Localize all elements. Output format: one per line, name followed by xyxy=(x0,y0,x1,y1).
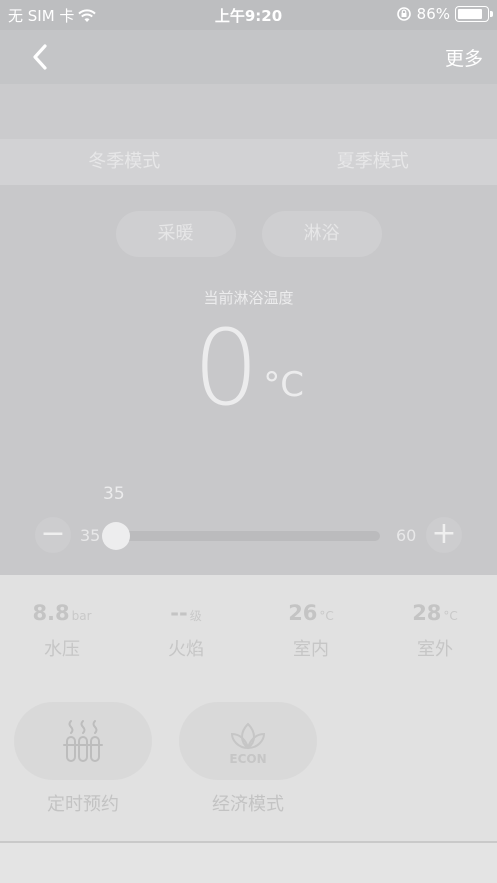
header-band xyxy=(0,84,497,139)
control-panel: 采暖 淋浴 当前淋浴温度 0 °C 35 − 35 60 + xyxy=(0,185,497,575)
temperature-unit: °C xyxy=(263,365,304,405)
stat-unit: 级 xyxy=(189,609,202,623)
stat-water-pressure: 8.8 bar 水压 xyxy=(0,601,124,661)
temperature-label: 当前淋浴温度 xyxy=(203,289,294,307)
stat-value: 8.8 xyxy=(32,601,70,625)
stat-outdoor-temp: 28 °C 室外 xyxy=(373,601,497,661)
stat-value: -- xyxy=(170,601,188,625)
slider-min-label: 35 xyxy=(80,526,101,545)
status-bar: 无 SIM 卡 上午9:20 86% xyxy=(0,0,497,30)
stat-name: 水压 xyxy=(44,639,80,660)
minus-icon: − xyxy=(40,516,66,551)
temperature-value: 0 xyxy=(193,307,260,429)
status-right: 86% xyxy=(396,5,493,23)
mode-pills: 采暖 淋浴 xyxy=(0,211,497,257)
back-button[interactable] xyxy=(26,42,56,72)
econ-mode-button[interactable]: ECON xyxy=(179,702,317,780)
mode-heating-button[interactable]: 采暖 xyxy=(115,211,236,257)
stat-value: 26 xyxy=(288,601,318,625)
temperature-display: 0 °C xyxy=(0,313,497,423)
temperature-slider-track[interactable] xyxy=(103,531,380,541)
slider-current-value: 35 xyxy=(103,484,125,504)
stat-value: 28 xyxy=(412,601,442,625)
season-tabs: 冬季模式 夏季模式 xyxy=(0,139,497,185)
stat-unit: °C xyxy=(443,609,458,623)
heating-rods-icon xyxy=(63,720,103,762)
schedule-button[interactable] xyxy=(14,702,152,780)
stat-flame: -- 级 火焰 xyxy=(124,601,248,661)
tab-winter-mode[interactable]: 冬季模式 xyxy=(0,139,249,185)
nav-bar: 更多 xyxy=(0,30,497,84)
econ-leaf-icon: ECON xyxy=(229,722,267,766)
stat-unit: °C xyxy=(319,609,334,623)
temperature-slider-thumb[interactable] xyxy=(102,522,130,550)
more-button[interactable]: 更多 xyxy=(445,44,483,71)
chevron-left-icon xyxy=(33,44,47,70)
stat-name: 室外 xyxy=(417,639,453,660)
increase-temp-button[interactable]: + xyxy=(426,517,462,553)
slider-max-label: 60 xyxy=(396,526,417,545)
mode-shower-button[interactable]: 淋浴 xyxy=(261,211,382,257)
decrease-temp-button[interactable]: − xyxy=(35,517,71,553)
econ-mode-label: 经济模式 xyxy=(212,794,284,815)
plus-icon: + xyxy=(431,516,457,551)
econ-icon-text: ECON xyxy=(229,752,266,766)
battery-fill xyxy=(458,9,483,19)
bottom-area xyxy=(0,843,497,883)
rotation-lock-icon xyxy=(396,7,411,21)
stat-name: 火焰 xyxy=(168,639,204,660)
stat-name: 室内 xyxy=(293,639,329,660)
tab-summer-mode[interactable]: 夏季模式 xyxy=(249,139,497,185)
stat-unit: bar xyxy=(71,609,92,623)
battery-percent: 86% xyxy=(416,5,450,23)
stats-row: 8.8 bar 水压 -- 级 火焰 26 °C 室内 28 °C 室外 xyxy=(0,575,497,685)
battery-icon xyxy=(455,6,493,22)
stat-indoor-temp: 26 °C 室内 xyxy=(249,601,373,661)
schedule-label: 定时预约 xyxy=(47,794,119,815)
